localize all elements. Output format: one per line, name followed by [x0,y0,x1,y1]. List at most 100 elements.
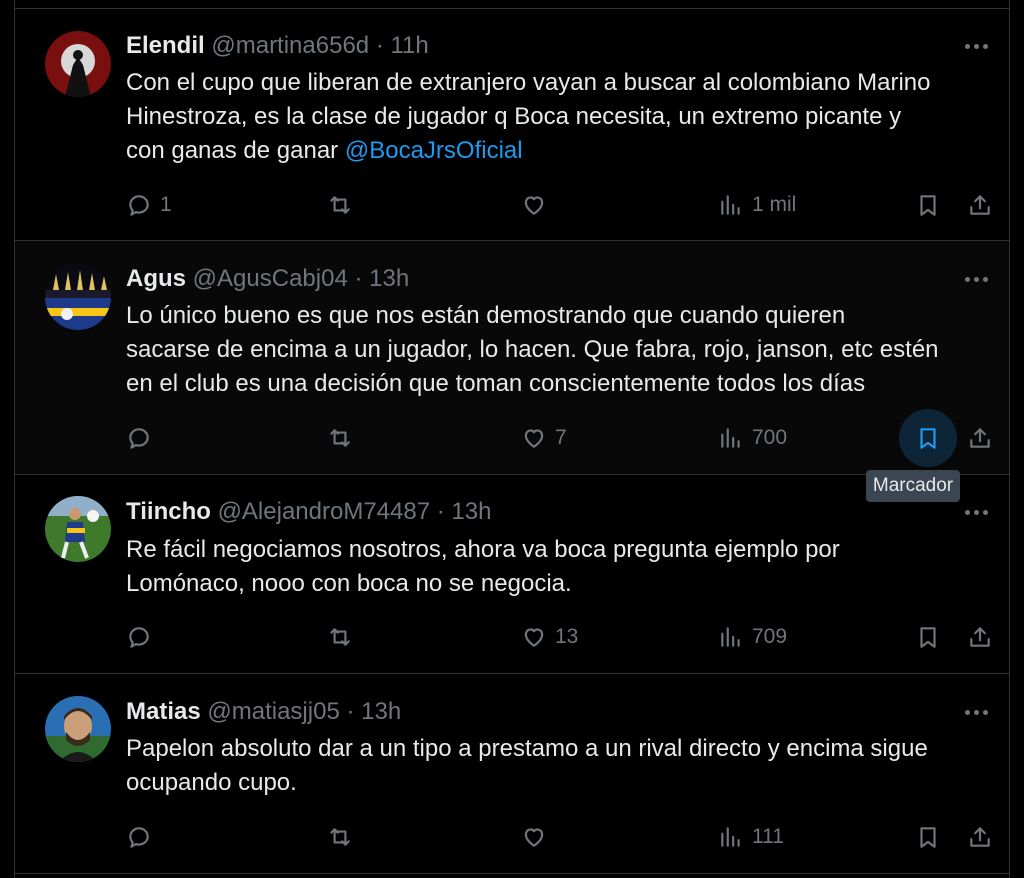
action-bar: 111 [15,817,1009,857]
repost-button[interactable] [327,418,353,458]
display-name[interactable]: Elendil [126,32,205,59]
post-matias[interactable]: Matias @matiasjj05 · 13h Papelon absolut… [15,674,1009,874]
post-text: Papelon absoluto dar a un tipo a prestam… [126,732,996,800]
handle[interactable]: @AlejandroM74487 [218,498,431,525]
post-text-line: ocupando cupo. [126,769,297,796]
timeline: Elendil @martina656d · 11h Con el cupo q… [14,0,1010,878]
post-text-line: Re fácil negociamos nosotros, ahora va b… [126,536,840,563]
post-text-fragment: con ganas de ganar [126,137,345,164]
handle[interactable]: @martina656d [211,32,369,59]
timestamp[interactable]: 11h [390,32,428,59]
bookmark-button[interactable] [915,817,941,857]
handle[interactable]: @matiasjj05 [207,698,339,725]
avatar[interactable] [45,31,111,97]
separator: · [354,265,363,292]
bookmark-tooltip: Marcador [866,470,960,502]
repost-button[interactable] [327,185,353,225]
like-button[interactable] [521,185,555,225]
like-button[interactable] [521,817,555,857]
views-icon [721,627,740,647]
avatar[interactable] [45,696,111,762]
bookmark-icon [920,827,936,848]
handle[interactable]: @AgusCabj04 [193,265,348,292]
action-bar: 13 709 [15,617,1009,657]
views-button[interactable]: 700 [718,418,787,458]
share-icon [970,627,990,647]
views-icon [721,827,740,847]
repost-button[interactable] [327,817,353,857]
more-icon[interactable] [957,31,995,61]
timestamp[interactable]: 13h [361,698,401,725]
heart-icon [524,196,544,215]
display-name[interactable]: Tiincho [126,498,211,525]
display-name[interactable]: Matias [126,698,201,725]
repost-icon [330,828,350,846]
separator: · [346,698,355,725]
reply-icon [129,195,149,216]
post-header: Tiincho @AlejandroM74487 · 13h [126,497,491,527]
bookmark-icon [920,195,936,216]
post-text: Lo único bueno es que nos están demostra… [126,299,996,401]
share-button[interactable] [967,185,993,225]
repost-icon [330,429,350,447]
reply-icon [129,827,149,848]
share-button[interactable] [967,617,993,657]
reply-icon [129,627,149,648]
like-button[interactable]: 13 [521,617,578,657]
views-icon [721,428,740,448]
timestamp[interactable]: 13h [451,498,491,525]
more-icon[interactable] [957,264,995,294]
post-text-line: en el club es una decisión que toman con… [126,370,866,397]
avatar[interactable] [45,264,111,330]
views-count: 1 mil [752,193,797,216]
timestamp[interactable]: 13h [369,265,409,292]
post-text-line: Hinestroza, es la clase de jugador q Boc… [126,103,902,130]
reply-icon [129,428,149,449]
more-icon[interactable] [957,697,995,727]
post-text-line: Papelon absoluto dar a un tipo a prestam… [126,735,928,762]
post-header: Matias @matiasjj05 · 13h [126,697,401,727]
post-text-line: Con el cupo que liberan de extranjero va… [126,69,931,96]
reply-button[interactable] [126,418,160,458]
views-button[interactable]: 111 [718,817,784,857]
more-icon[interactable] [957,497,995,527]
share-icon [970,827,990,847]
reply-button[interactable] [126,817,160,857]
heart-icon [524,828,544,847]
bookmark-icon [920,428,936,449]
views-count: 709 [752,625,788,648]
views-button[interactable]: 1 mil [718,185,796,225]
share-button[interactable] [967,817,993,857]
action-bar: 1 1 mil [15,185,1009,225]
post-tiincho[interactable]: Tiincho @AlejandroM74487 · 13h Re fácil … [15,475,1009,674]
repost-button[interactable] [327,617,353,657]
like-count: 7 [555,426,567,449]
like-button[interactable]: 7 [521,418,567,458]
post-text: Re fácil negociamos nosotros, ahora va b… [126,533,996,601]
post-header: Agus @AgusCabj04 · 13h [126,264,409,294]
reply-button[interactable] [126,617,160,657]
bookmark-icon [920,627,936,648]
action-bar: 7 700 [15,409,1009,467]
post-text-line: Lomónaco, nooo con boca no se negocia. [126,570,572,597]
heart-icon [524,429,544,448]
share-button[interactable] [967,418,993,458]
post-header: Elendil @martina656d · 11h [126,31,429,61]
reply-button[interactable]: 1 [126,185,172,225]
post-agus[interactable]: Agus @AgusCabj04 · 13h Lo único bueno es… [15,241,1009,475]
post-elendil[interactable]: Elendil @martina656d · 11h Con el cupo q… [15,9,1009,241]
bookmark-button[interactable] [899,409,957,467]
repost-icon [330,628,350,646]
views-icon [721,195,740,215]
avatar[interactable] [45,496,111,562]
display-name[interactable]: Agus [126,265,186,292]
bookmark-button[interactable] [915,617,941,657]
mention-link[interactable]: @BocaJrsOficial [345,137,523,164]
post-text-line: con ganas de ganar @BocaJrsOficial [126,134,996,168]
like-count: 13 [555,625,579,648]
repost-icon [330,196,350,214]
views-button[interactable]: 709 [718,617,787,657]
separator: · [436,498,445,525]
bookmark-button[interactable] [915,185,941,225]
reply-count: 1 [160,193,172,216]
